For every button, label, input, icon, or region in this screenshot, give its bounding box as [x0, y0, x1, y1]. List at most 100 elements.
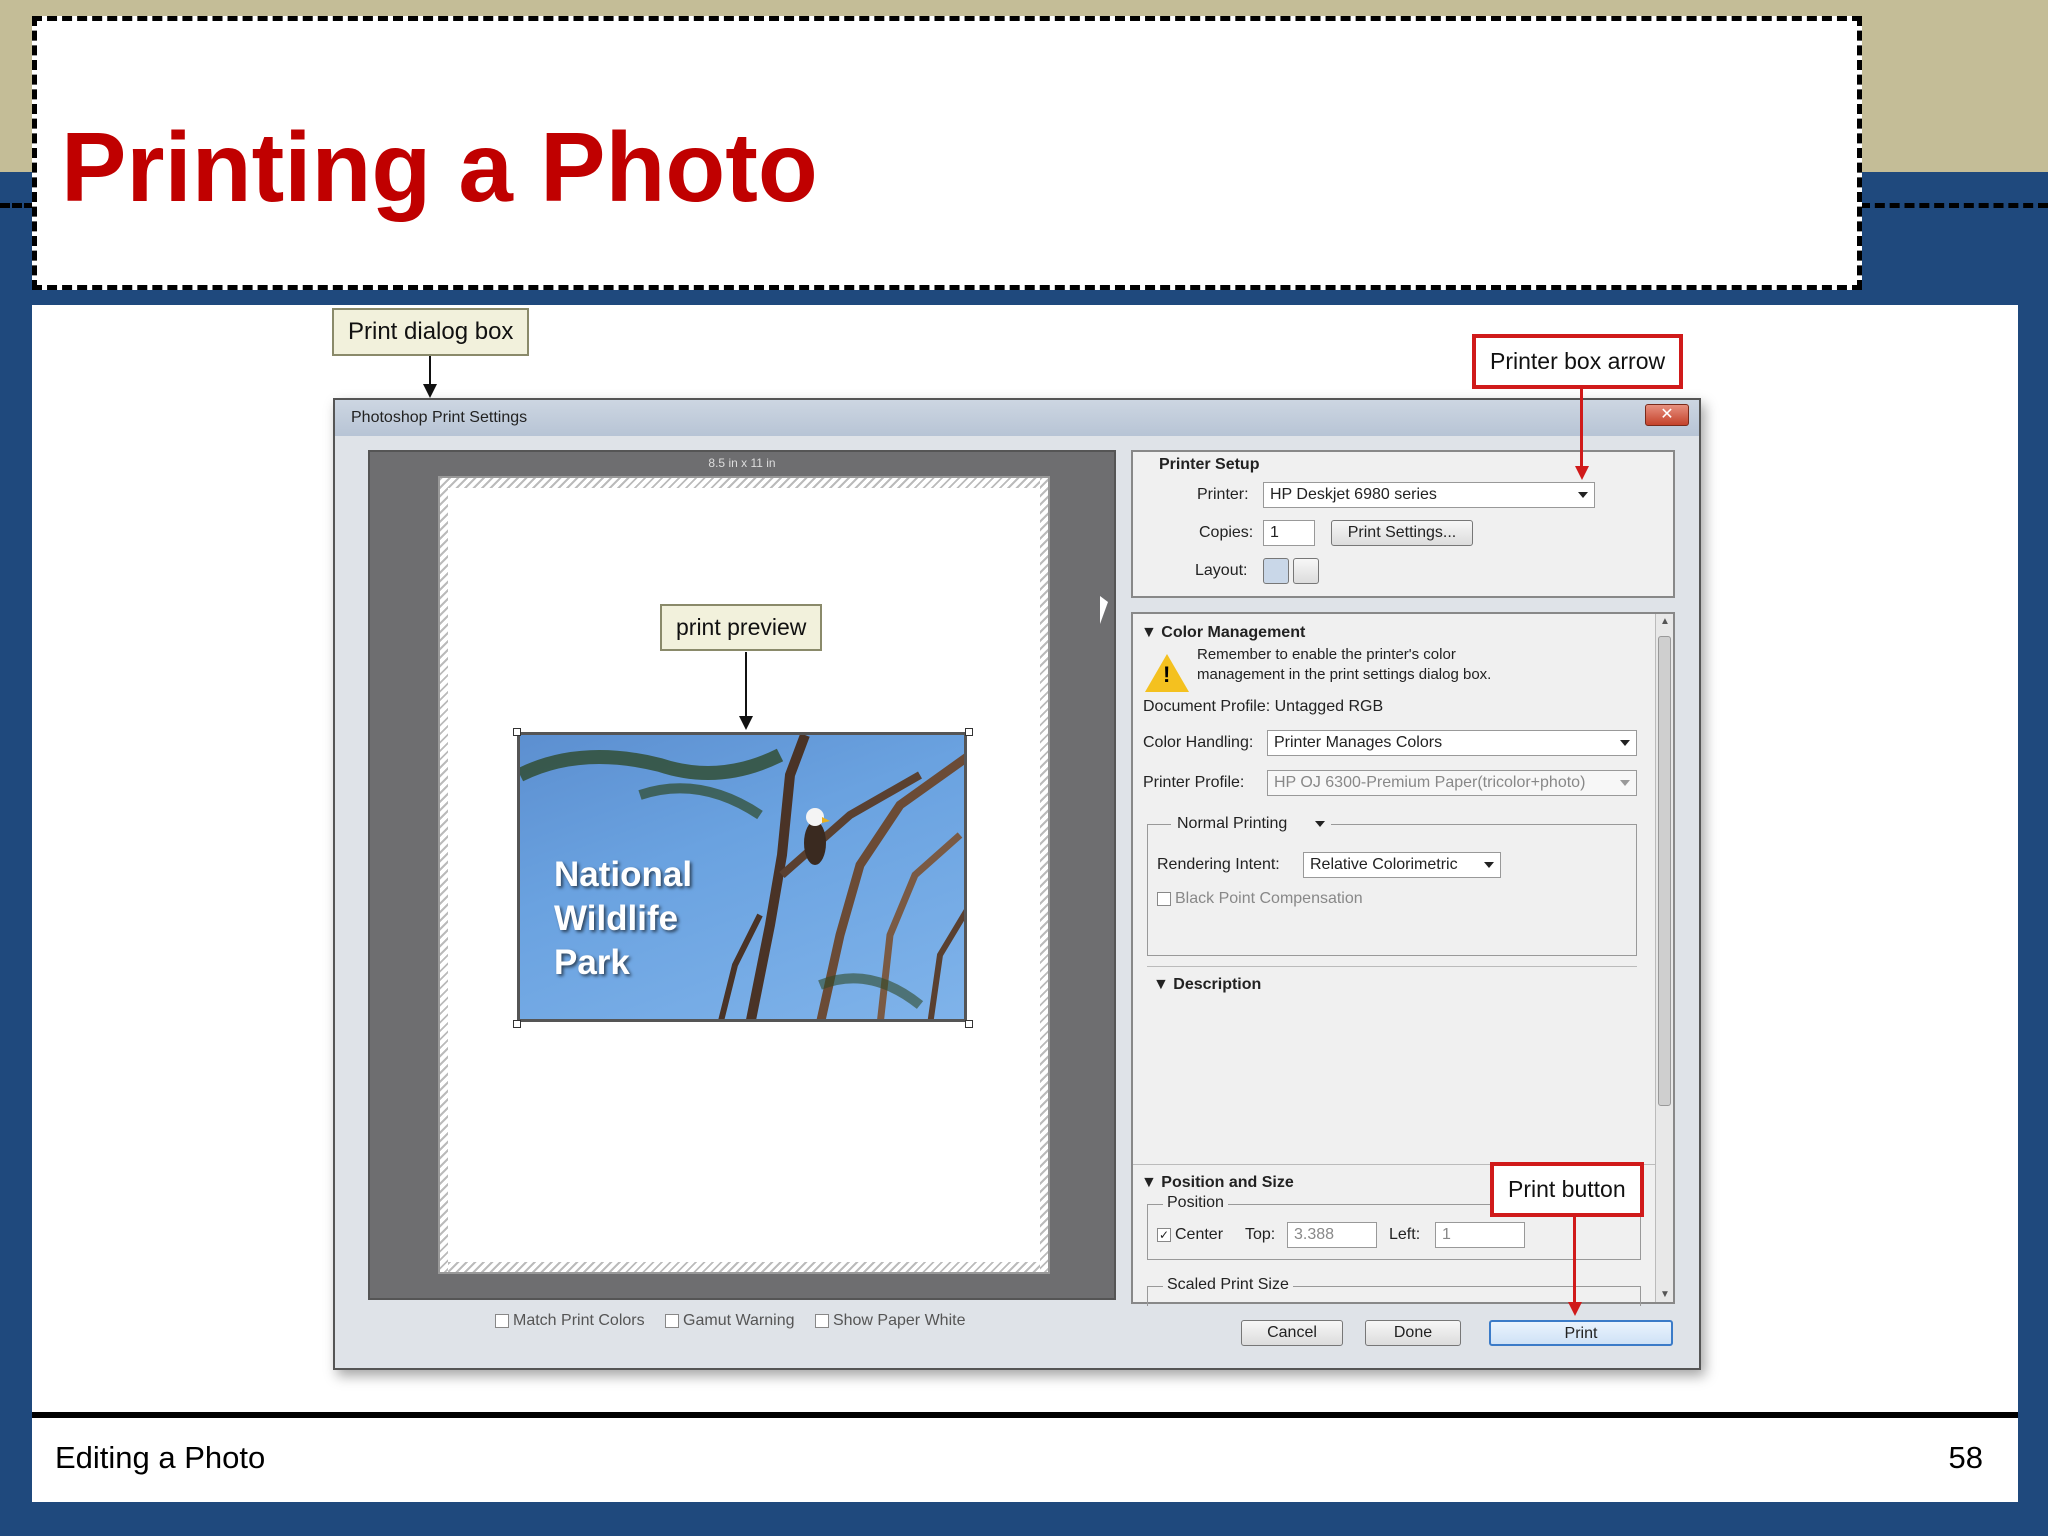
- rendering-intent-value: Relative Colorimetric: [1310, 856, 1458, 873]
- paper-margin-bottom: [440, 1262, 1048, 1272]
- dialog-titlebar[interactable]: Photoshop Print Settings ✕: [335, 400, 1699, 436]
- paper-margin-top: [440, 478, 1048, 488]
- callout-line: [745, 652, 747, 722]
- arrow-down-icon: [1568, 1302, 1582, 1316]
- center-checkbox[interactable]: ✓ Center: [1157, 1226, 1223, 1244]
- cancel-button[interactable]: Cancel: [1241, 1320, 1343, 1346]
- collapse-arrow-icon: ▼: [1153, 976, 1174, 993]
- printer-profile-dropdown[interactable]: HP OJ 6300-Premium Paper(tricolor+photo): [1267, 770, 1637, 796]
- callout-print-dialog-box: Print dialog box: [332, 308, 530, 356]
- printer-label: Printer:: [1197, 486, 1249, 503]
- footer-title: Editing a Photo: [55, 1440, 266, 1475]
- chevron-down-icon: [1620, 780, 1630, 786]
- left-field[interactable]: 1: [1435, 1222, 1525, 1248]
- match-print-colors-label: Match Print Colors: [513, 1312, 645, 1329]
- resize-handle-nw[interactable]: [513, 728, 521, 736]
- color-handling-label: Color Handling:: [1143, 734, 1254, 751]
- arrow-down-icon: [739, 716, 753, 730]
- paper-margin-right: [1040, 478, 1048, 1272]
- position-size-heading[interactable]: ▼ Position and Size: [1141, 1174, 1294, 1192]
- color-management-title: Color Management: [1161, 624, 1306, 641]
- checkbox-icon: [665, 1313, 680, 1328]
- copies-field[interactable]: 1: [1263, 520, 1315, 546]
- rendering-intent-label: Rendering Intent:: [1157, 856, 1280, 873]
- preview-options: Match Print Colors Gamut Warning Show Pa…: [495, 1312, 981, 1330]
- normal-printing-value: Normal Printing: [1177, 815, 1288, 832]
- callout-printer-box-arrow: Printer box arrow: [1472, 334, 1684, 389]
- mouse-cursor-icon: [1100, 596, 1108, 624]
- color-handling-value: Printer Manages Colors: [1274, 734, 1443, 751]
- page-number: 58: [1948, 1440, 1983, 1475]
- scroll-thumb[interactable]: [1658, 636, 1671, 1106]
- checkbox-icon: [814, 1313, 829, 1328]
- collapse-arrow-icon: ▼: [1141, 624, 1162, 641]
- settings-scrollbar[interactable]: ▲ ▼: [1655, 614, 1673, 1302]
- printer-profile-label: Printer Profile:: [1143, 774, 1245, 791]
- callout-line: [429, 356, 431, 386]
- preview-photo[interactable]: National Wildlife Park: [517, 732, 967, 1022]
- landscape-layout-icon[interactable]: [1293, 558, 1319, 584]
- top-label: Top:: [1245, 1226, 1276, 1243]
- close-icon[interactable]: ✕: [1645, 404, 1689, 426]
- print-dialog: Photoshop Print Settings ✕ 8.5 in x 11 i…: [333, 398, 1701, 1370]
- collapse-arrow-icon: ▼: [1141, 1174, 1162, 1191]
- match-print-colors-checkbox[interactable]: Match Print Colors: [495, 1312, 645, 1330]
- chevron-down-icon: [1620, 740, 1630, 746]
- print-preview-area: 8.5 in x 11 in National Wildlife Park: [368, 450, 1116, 1300]
- warning-mark: !: [1163, 662, 1171, 687]
- document-profile: Document Profile: Untagged RGB: [1143, 698, 1384, 715]
- printer-setup-panel: Printer Setup Printer: HP Deskjet 6980 s…: [1131, 450, 1675, 598]
- callout-line: [1580, 386, 1583, 468]
- arrow-down-icon: [1575, 466, 1589, 480]
- print-settings-button[interactable]: Print Settings...: [1331, 520, 1473, 546]
- center-label: Center: [1175, 1226, 1224, 1243]
- photo-caption: National Wildlife Park: [554, 853, 692, 985]
- show-paper-white-checkbox[interactable]: Show Paper White: [814, 1312, 966, 1330]
- preview-paper: National Wildlife Park: [438, 476, 1050, 1274]
- show-paper-white-label: Show Paper White: [832, 1312, 966, 1329]
- arrow-down-icon: [423, 384, 437, 398]
- dash-divider-right: [1860, 203, 2048, 208]
- left-label: Left:: [1389, 1226, 1421, 1243]
- position-size-title: Position and Size: [1161, 1174, 1294, 1191]
- rendering-intent-dropdown[interactable]: Relative Colorimetric: [1303, 852, 1501, 878]
- resize-handle-sw[interactable]: [513, 1020, 521, 1028]
- printer-setup-heading: Printer Setup: [1159, 456, 1260, 473]
- copies-label: Copies:: [1199, 524, 1254, 541]
- chevron-down-icon: [1315, 821, 1325, 827]
- color-management-heading[interactable]: ▼ Color Management: [1141, 624, 1305, 642]
- print-button[interactable]: Print: [1489, 1320, 1673, 1346]
- scaled-print-size-label: Scaled Print Size: [1163, 1276, 1293, 1294]
- photo-caption-line-3: Park: [554, 943, 630, 982]
- checkbox-icon: [1157, 891, 1171, 906]
- printer-dropdown[interactable]: HP Deskjet 6980 series: [1263, 482, 1595, 508]
- resize-handle-ne[interactable]: [965, 728, 973, 736]
- gamut-warning-label: Gamut Warning: [683, 1312, 795, 1329]
- layout-label: Layout:: [1195, 562, 1248, 579]
- paper-margin-left: [440, 478, 448, 1272]
- slide-footer: Editing a Photo 58: [32, 1412, 2018, 1502]
- scroll-down-icon[interactable]: ▼: [1660, 1289, 1670, 1300]
- resize-handle-se[interactable]: [965, 1020, 973, 1028]
- printer-profile-value: HP OJ 6300-Premium Paper(tricolor+photo): [1274, 774, 1586, 791]
- gamut-warning-checkbox[interactable]: Gamut Warning: [665, 1312, 795, 1330]
- section-divider: [1147, 966, 1637, 967]
- slide-title: Printing a Photo: [61, 112, 818, 222]
- description-heading[interactable]: ▼ Description: [1153, 976, 1261, 994]
- portrait-layout-icon[interactable]: [1263, 558, 1289, 584]
- title-box: Printing a Photo: [32, 16, 1862, 290]
- checkmark-icon: ✓: [1157, 1227, 1171, 1242]
- checkbox-icon: [495, 1313, 509, 1328]
- top-field[interactable]: 3.388: [1287, 1222, 1377, 1248]
- callout-line: [1573, 1216, 1576, 1304]
- chevron-down-icon: [1578, 492, 1588, 498]
- black-point-checkbox[interactable]: Black Point Compensation: [1157, 890, 1363, 908]
- description-title: Description: [1173, 976, 1262, 993]
- normal-printing-dropdown[interactable]: Normal Printing: [1171, 812, 1331, 838]
- paper-size-label: 8.5 in x 11 in: [708, 456, 776, 470]
- printer-value: HP Deskjet 6980 series: [1270, 486, 1437, 503]
- scroll-up-icon[interactable]: ▲: [1660, 616, 1670, 627]
- warning-text-line-2: management in the print settings dialog …: [1197, 666, 1492, 683]
- done-button[interactable]: Done: [1365, 1320, 1461, 1346]
- color-handling-dropdown[interactable]: Printer Manages Colors: [1267, 730, 1637, 756]
